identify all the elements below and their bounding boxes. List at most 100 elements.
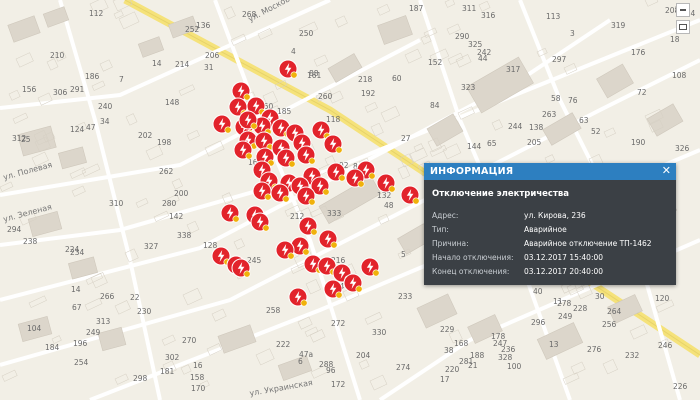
house-number: 229 [440,325,455,334]
house-number: 306 [53,88,68,97]
house-number: 196 [73,339,88,348]
outage-marker[interactable] [298,216,318,236]
house-number: 312 [12,134,27,143]
outage-marker[interactable] [343,273,363,293]
house-number: 270 [182,336,197,345]
info-value: 03.12.2017 15:40:00 [524,253,604,262]
house-number: 328 [498,353,513,362]
outage-marker[interactable] [323,279,343,299]
marker-badge [322,188,330,196]
outage-marker[interactable] [231,258,251,278]
house-number: 290 [455,32,470,41]
house-number: 34 [100,117,110,126]
outage-marker[interactable] [326,162,346,182]
outage-marker[interactable] [220,203,240,223]
outage-marker[interactable] [400,185,420,205]
outage-marker[interactable] [296,186,316,206]
house-number: 156 [22,85,37,94]
zoom-out-button[interactable] [676,3,690,17]
house-number: 232 [625,351,640,360]
house-number: 7 [119,75,124,84]
house-number: 218 [358,75,373,84]
house-number: 250 [299,29,314,38]
outage-marker[interactable] [360,257,380,277]
outage-marker[interactable] [318,229,338,249]
outage-marker[interactable] [212,114,232,134]
house-number: 246 [658,341,673,350]
info-label: Конец отключения: [432,267,510,276]
house-number: 16 [193,361,203,370]
popup-subtitle: Отключение электричества [432,189,570,199]
house-number: 222 [276,340,291,349]
outage-marker[interactable] [231,81,251,101]
house-number: 294 [7,225,22,234]
house-number: 310 [109,199,124,208]
outage-marker[interactable] [238,110,258,130]
outage-marker[interactable] [276,148,296,168]
outage-marker[interactable] [278,59,298,79]
outage-marker[interactable] [250,212,270,232]
house-number: 63 [579,116,589,125]
house-number: 220 [445,365,460,374]
house-number: 226 [673,382,688,391]
close-icon[interactable]: ✕ [662,164,671,177]
house-number: 224 [65,245,80,254]
popup-header: ИНФОРМАЦИЯ ✕ [424,163,676,180]
house-number: 58 [551,94,561,103]
info-row-address: Адрес: ул. Кирова, 236 [432,211,670,222]
outage-marker[interactable] [345,168,365,188]
house-number: 276 [587,345,602,354]
house-number: 206 [205,51,220,60]
outage-marker[interactable] [288,287,308,307]
marker-badge [245,152,253,160]
house-number: 13 [549,340,559,349]
house-number: 48 [384,201,394,210]
minus-icon [680,9,686,11]
outage-marker[interactable] [252,181,272,201]
house-number: 280 [162,199,177,208]
house-number: 18 [670,35,680,44]
outage-marker[interactable] [323,134,343,154]
house-number: 240 [98,102,113,111]
info-value: Аварийное [524,225,567,234]
marker-badge [335,291,343,299]
house-number: 5 [401,250,406,259]
house-number: 186 [85,72,100,81]
info-row-reason: Причина: Аварийное отключение ТП-1462 [432,239,670,250]
house-number: 274 [396,363,411,372]
house-number: 327 [144,242,159,251]
house-number: 230 [137,307,152,316]
house-number: 326 [675,144,690,153]
fullscreen-button[interactable] [676,20,690,34]
house-number: 118 [326,115,341,124]
house-number: 161 [307,71,322,80]
house-number: 264 [607,307,622,316]
house-number: 152 [428,58,443,67]
outage-marker[interactable] [254,131,274,151]
info-popup: ИНФОРМАЦИЯ ✕ Отключение электричества Ад… [424,163,676,285]
house-number: 278 [557,299,572,308]
marker-badge [264,193,272,201]
marker-badge [232,215,240,223]
outage-marker[interactable] [296,145,316,165]
house-number: 52 [591,127,601,136]
house-number: 108 [672,71,687,80]
house-number: 185 [277,107,292,116]
outage-marker[interactable] [233,140,253,160]
house-number: 288 [319,360,334,369]
house-number: 104 [27,324,42,333]
house-number: 244 [508,122,523,131]
house-number: 181 [160,367,175,376]
house-number: 30 [595,292,605,301]
popup-title: ИНФОРМАЦИЯ [430,166,514,177]
house-number: 40 [533,287,543,296]
outage-marker[interactable] [270,183,290,203]
outage-marker[interactable] [376,173,396,193]
info-value: ул. Кирова, 236 [524,211,586,220]
info-row-end: Конец отключения: 03.12.2017 20:40:00 [432,267,670,278]
outage-marker[interactable] [275,240,295,260]
marker-badge [302,248,310,256]
house-number: 100 [507,362,522,371]
marker-badge [288,160,296,168]
marker-badge [368,172,376,180]
